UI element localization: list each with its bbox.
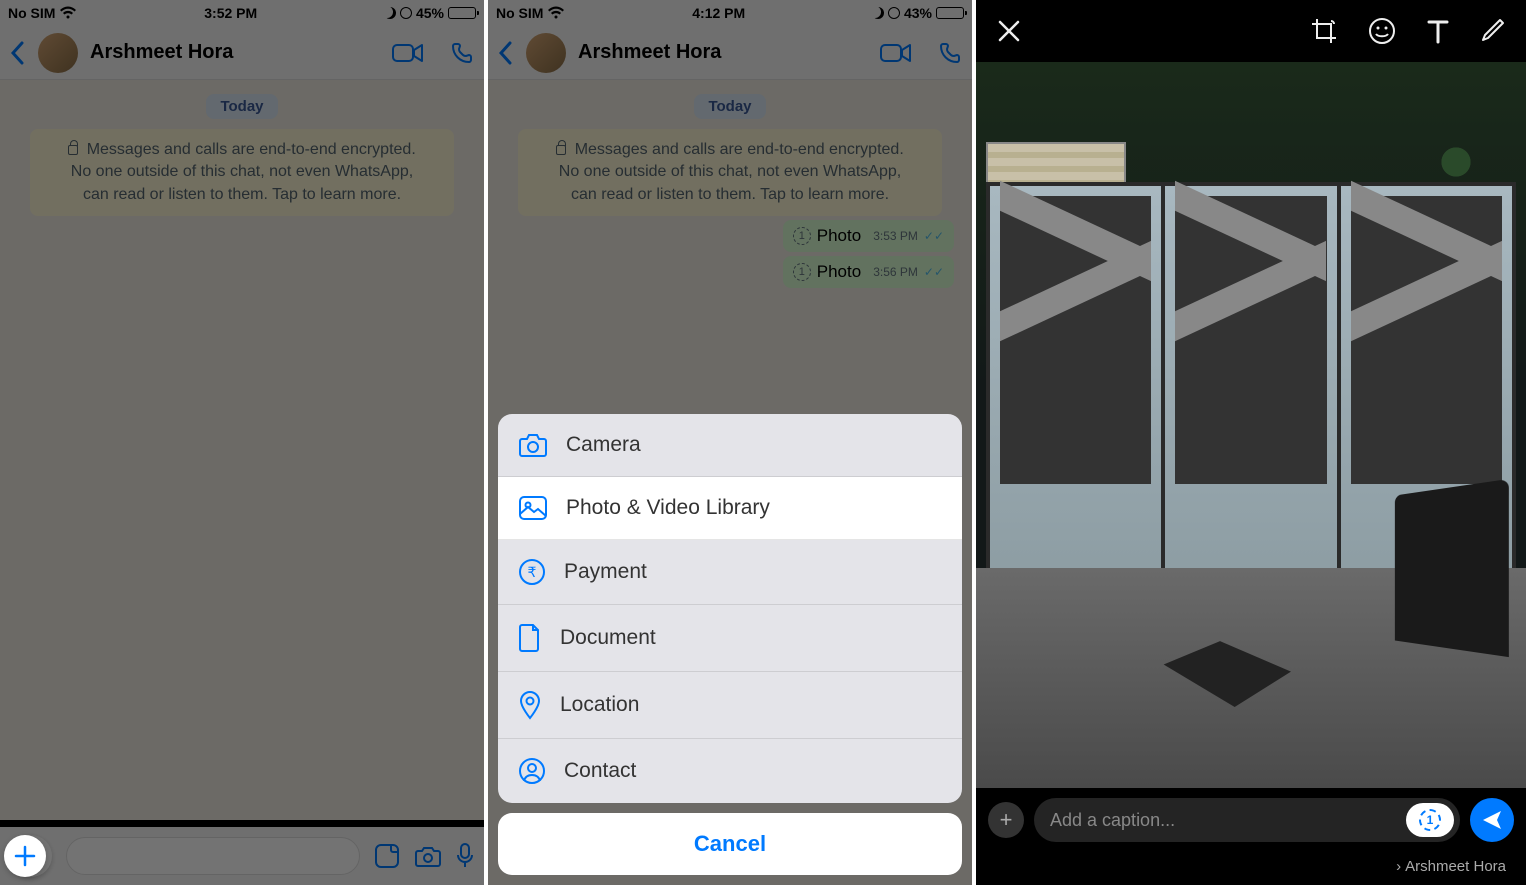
svg-text:₹: ₹ bbox=[528, 564, 537, 580]
sheet-item-document[interactable]: Document bbox=[498, 605, 962, 672]
document-icon bbox=[518, 623, 542, 653]
send-button[interactable] bbox=[1470, 798, 1514, 842]
close-icon[interactable] bbox=[996, 18, 1022, 44]
screen-photo-editor: + Add a caption... 1 ›Arshmeet Hora bbox=[976, 0, 1526, 885]
plus-icon bbox=[13, 844, 37, 868]
sheet-item-contact[interactable]: Contact bbox=[498, 739, 962, 803]
crop-icon[interactable] bbox=[1310, 17, 1338, 45]
sheet-item-label: Location bbox=[560, 693, 639, 717]
sheet-item-label: Document bbox=[560, 626, 656, 650]
sheet-item-payment[interactable]: ₹ Payment bbox=[498, 540, 962, 605]
draw-icon[interactable] bbox=[1480, 17, 1506, 43]
sheet-item-label: Camera bbox=[566, 433, 641, 457]
caption-input[interactable]: Add a caption... bbox=[1050, 810, 1406, 831]
view-once-icon: 1 bbox=[1419, 809, 1441, 831]
screen-chat-empty: No SIM 3:52 PM 45% Arshmeet Hora Today M… bbox=[0, 0, 484, 885]
editor-toolbar bbox=[976, 0, 1526, 62]
emoji-icon[interactable] bbox=[1368, 17, 1396, 45]
caption-input-wrap: Add a caption... 1 bbox=[1034, 798, 1460, 842]
dim-overlay bbox=[0, 0, 484, 885]
sheet-item-label: Payment bbox=[564, 560, 647, 584]
sheet-item-library[interactable]: Photo & Video Library bbox=[498, 477, 962, 540]
cancel-button[interactable]: Cancel bbox=[498, 813, 962, 875]
camera-icon bbox=[518, 432, 548, 458]
recipient-row[interactable]: ›Arshmeet Hora bbox=[976, 852, 1526, 885]
gallery-icon bbox=[518, 495, 548, 521]
sheet-options: Camera Photo & Video Library ₹ Payment D… bbox=[498, 414, 962, 803]
sheet-item-label: Photo & Video Library bbox=[566, 496, 770, 520]
contact-icon bbox=[518, 757, 546, 785]
sheet-item-location[interactable]: Location bbox=[498, 672, 962, 739]
view-once-toggle[interactable]: 1 bbox=[1406, 803, 1454, 837]
sheet-item-camera[interactable]: Camera bbox=[498, 414, 962, 477]
location-icon bbox=[518, 690, 542, 720]
screen-attachment-sheet: No SIM 4:12 PM 43% Arshmeet Hora Today M… bbox=[488, 0, 972, 885]
attach-button-highlight[interactable] bbox=[4, 835, 46, 877]
send-icon bbox=[1481, 809, 1503, 831]
photo-preview[interactable] bbox=[976, 62, 1526, 788]
caption-bar: + Add a caption... 1 bbox=[976, 788, 1526, 852]
action-sheet: Camera Photo & Video Library ₹ Payment D… bbox=[498, 414, 962, 875]
add-media-button[interactable]: + bbox=[988, 802, 1024, 838]
sheet-item-label: Contact bbox=[564, 759, 636, 783]
text-icon[interactable] bbox=[1426, 17, 1450, 45]
rupee-icon: ₹ bbox=[518, 558, 546, 586]
